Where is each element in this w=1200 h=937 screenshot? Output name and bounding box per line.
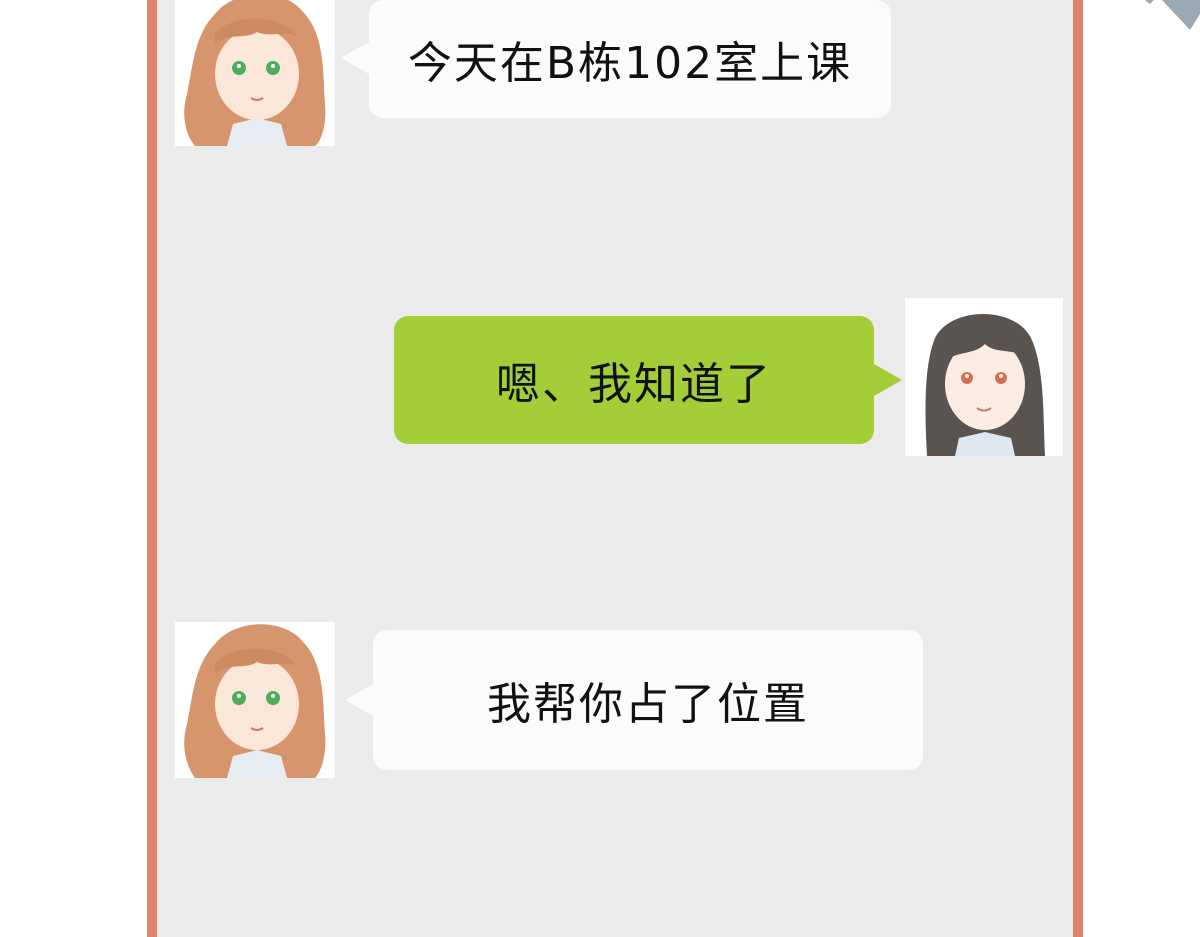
message-text: 今天在B栋102室上课 <box>407 38 853 89</box>
my-avatar[interactable] <box>905 298 1063 456</box>
bubble-tail <box>341 42 369 74</box>
brown-haired-girl-avatar-icon <box>175 622 335 778</box>
bubble-tail <box>345 684 373 716</box>
chat-bubble-incoming[interactable]: 今天在B栋102室上课 <box>369 0 891 118</box>
message-text: 我帮你占了位置 <box>487 679 809 730</box>
bubble-tail <box>874 364 902 396</box>
dark-haired-girl-avatar-icon <box>905 298 1063 456</box>
chat-bubble-outgoing[interactable]: 嗯、我知道了 <box>394 316 874 444</box>
corner-decoration <box>1145 0 1200 30</box>
brown-haired-girl-avatar-icon <box>175 0 335 146</box>
friend-avatar[interactable] <box>175 0 335 146</box>
chat-window: 今天在B栋102室上课 嗯、我知道了 我帮你占了位置 <box>147 0 1083 937</box>
message-text: 嗯、我知道了 <box>496 359 772 410</box>
comic-panel: 今天在B栋102室上课 嗯、我知道了 我帮你占了位置 <box>0 0 1200 937</box>
friend-avatar[interactable] <box>175 622 335 778</box>
chat-bubble-incoming[interactable]: 我帮你占了位置 <box>373 630 923 770</box>
